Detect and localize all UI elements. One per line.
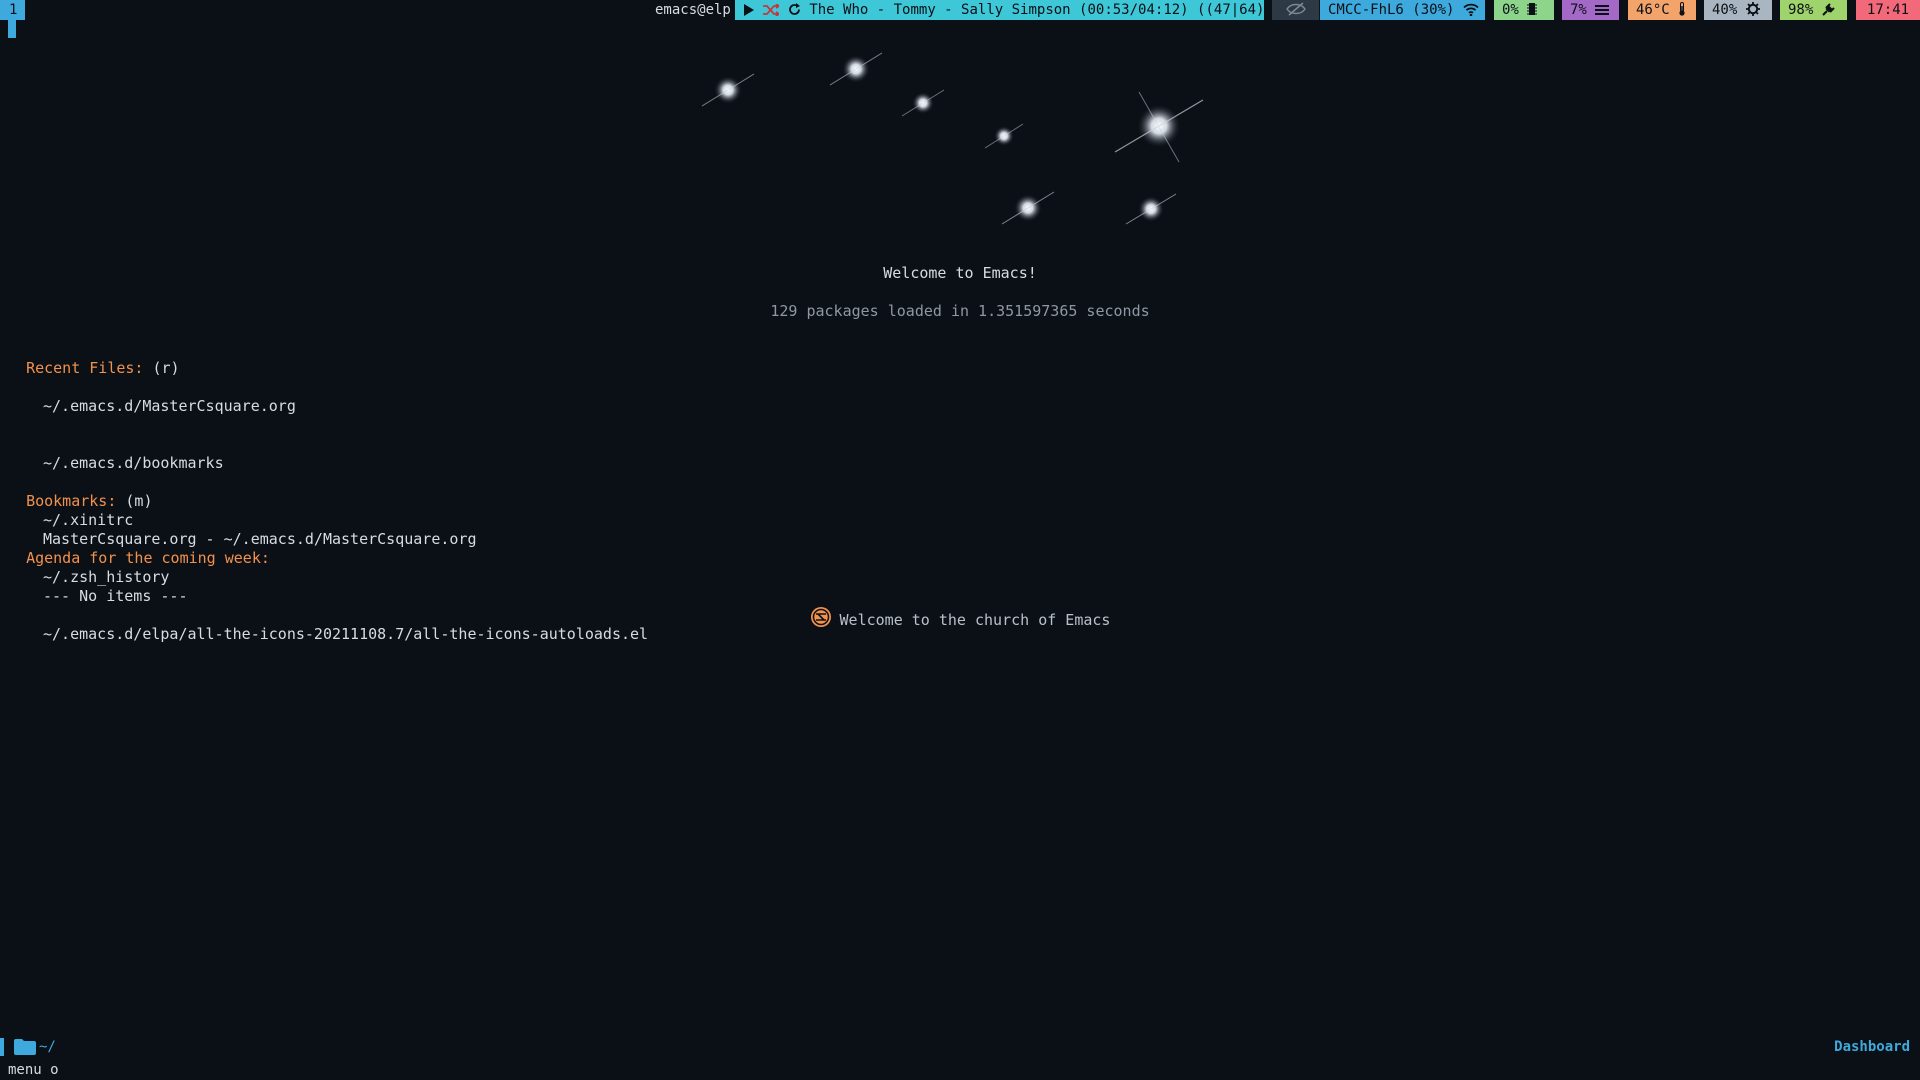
top-status-bar: 1 emacs@elp The Who - Tommy - Sally Simp… xyxy=(0,0,1920,20)
folder-icon xyxy=(14,1039,36,1062)
thermometer-icon xyxy=(1678,2,1686,18)
agenda-item: --- No items --- xyxy=(43,587,188,605)
memory-segment[interactable]: 7% xyxy=(1562,0,1619,20)
music-player-segment[interactable]: The Who - Tommy - Sally Simpson (00:53/0… xyxy=(735,0,1293,20)
star xyxy=(901,89,945,117)
star xyxy=(1114,91,1204,163)
recent-file-item[interactable]: ~/.emacs.d/bookmarks xyxy=(8,454,648,473)
battery-label: 98% xyxy=(1788,2,1814,18)
recent-files-heading[interactable]: Recent Files: xyxy=(26,359,143,377)
clock[interactable]: 17:41 xyxy=(1856,0,1920,20)
emacs-emblem-icon xyxy=(810,606,832,632)
modeline-indicator xyxy=(0,1038,4,1056)
battery-segment[interactable]: 98% xyxy=(1780,0,1847,20)
visibility-segment[interactable] xyxy=(1272,0,1319,20)
brightness-label: 40% xyxy=(1712,2,1738,18)
mode-line: ~/ Dashboard xyxy=(0,1036,1920,1058)
banner-stars-image xyxy=(701,52,1204,225)
gear-icon xyxy=(1745,2,1760,18)
eye-slash-icon xyxy=(1285,2,1306,18)
brightness-segment[interactable]: 40% xyxy=(1704,0,1772,20)
track-title: The Who - Tommy - Sally Simpson (00:53/0… xyxy=(809,2,1273,18)
star xyxy=(984,123,1024,149)
bookmarks-heading[interactable]: Bookmarks: xyxy=(26,492,116,510)
star xyxy=(1125,193,1177,225)
shuffle-icon[interactable] xyxy=(763,2,787,18)
temperature-segment[interactable]: 46°C xyxy=(1628,0,1696,20)
star xyxy=(829,52,883,86)
repeat-icon[interactable] xyxy=(788,2,809,18)
recent-file-item[interactable]: ~/.emacs.d/MasterCsquare.org xyxy=(8,397,648,416)
star xyxy=(1001,191,1055,225)
cursor-marker xyxy=(8,20,16,38)
star xyxy=(701,73,755,107)
dashboard-footer: Welcome to the church of Emacs xyxy=(0,606,1920,632)
footer-text: Welcome to the church of Emacs xyxy=(839,611,1111,629)
agenda-heading[interactable]: Agenda for the coming week: xyxy=(26,549,270,567)
memory-bars-icon xyxy=(1595,2,1610,18)
wifi-label: CMCC-FhL6 (30%) xyxy=(1328,2,1455,18)
play-icon[interactable] xyxy=(743,2,763,18)
buffer-directory: ~/ xyxy=(39,1039,56,1055)
welcome-title: Welcome to Emacs! xyxy=(883,264,1037,282)
window-title: emacs@elp xyxy=(655,2,731,18)
packages-loaded-info: 129 packages loaded in 1.351597365 secon… xyxy=(770,302,1150,320)
minibuffer[interactable]: menu o xyxy=(8,1061,59,1080)
cpu-segment[interactable]: 0% xyxy=(1494,0,1554,20)
cpu-chip-icon xyxy=(1527,2,1538,18)
wifi-segment[interactable]: CMCC-FhL6 (30%) xyxy=(1320,0,1485,20)
wifi-icon xyxy=(1463,2,1479,18)
temperature-label: 46°C xyxy=(1636,2,1670,18)
recent-files-shortcut: (r) xyxy=(152,359,180,377)
memory-label: 7% xyxy=(1570,2,1587,18)
workspace-tag[interactable]: 1 xyxy=(0,0,25,20)
major-mode[interactable]: Dashboard xyxy=(1834,1036,1910,1058)
bookmarks-shortcut: (m) xyxy=(125,492,153,510)
plug-icon xyxy=(1822,2,1836,18)
cpu-label: 0% xyxy=(1502,2,1519,18)
